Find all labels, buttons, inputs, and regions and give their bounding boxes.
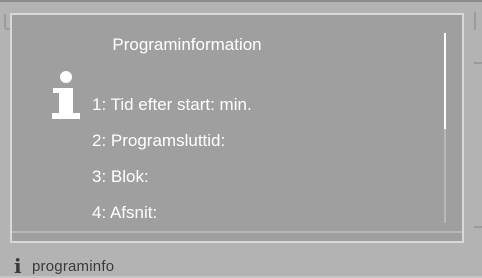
list-item: 2: Programsluttid: [92,131,226,150]
info-icon [50,71,80,123]
info-icon: i [14,254,22,278]
divider-tick [474,226,482,228]
divider-tick [474,62,482,64]
list-item: 4: Afsnit: [92,203,158,222]
dialog-divider [12,231,462,233]
list-item: 1: Tid efter start: min. [92,95,252,114]
scrollbar-thumb[interactable] [444,33,446,129]
list-item: 3: Blok: [92,167,149,186]
footer-label: programinfo [32,258,115,275]
background-footer: i programinfo [0,256,482,276]
program-information-dialog[interactable]: Programinformation 1: Tid efter start: m… [10,13,464,243]
dialog-title: Programinformation [112,35,262,54]
scroll-control-icon [474,12,482,30]
